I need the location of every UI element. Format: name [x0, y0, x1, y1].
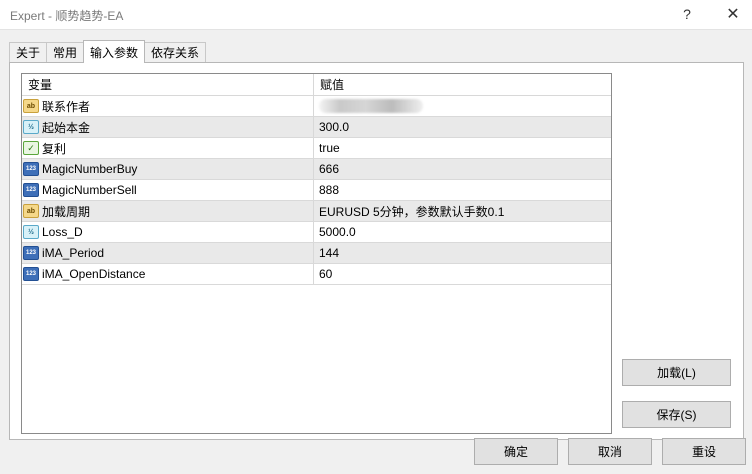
tab-about[interactable]: 关于 [9, 42, 48, 62]
int-type-icon: 123 [23, 183, 39, 197]
string-type-icon: ab [23, 204, 39, 218]
tab-common[interactable]: 常用 [46, 42, 85, 62]
table-row[interactable]: 123 MagicNumberSell 888 [22, 180, 611, 201]
load-button[interactable]: 加载(L) [622, 359, 731, 386]
tab-strip: 关于 常用 输入参数 依存关系 [9, 40, 207, 63]
bool-type-icon: ✓ [23, 141, 39, 155]
table-row[interactable]: 123 MagicNumberBuy 666 [22, 159, 611, 180]
param-value[interactable]: true [319, 141, 340, 155]
param-value[interactable]: 666 [319, 162, 339, 176]
cancel-button[interactable]: 取消 [568, 438, 652, 465]
param-name: Loss_D [42, 225, 83, 239]
parameters-grid: 变量 赋值 ab 联系作者 ½ 起始本金 300.0 ✓ 复利 true 123 Mag… [21, 73, 612, 434]
param-name: MagicNumberBuy [42, 162, 138, 176]
int-type-icon: 123 [23, 162, 39, 176]
grid-header: 变量 赋值 [22, 74, 611, 96]
close-button[interactable]: ✕ [718, 3, 748, 25]
param-name: 复利 [42, 141, 67, 156]
table-row[interactable]: 123 iMA_OpenDistance 60 [22, 264, 611, 285]
param-name: 加载周期 [42, 204, 91, 219]
param-name: 联系作者 [42, 99, 91, 114]
param-name: iMA_OpenDistance [42, 267, 146, 281]
param-value[interactable]: 5000.0 [319, 225, 356, 239]
param-name: iMA_Period [42, 246, 105, 260]
param-value[interactable]: 300.0 [319, 120, 349, 134]
param-name: MagicNumberSell [42, 183, 137, 197]
int-type-icon: 123 [23, 246, 39, 260]
ok-button[interactable]: 确定 [474, 438, 558, 465]
save-button[interactable]: 保存(S) [622, 401, 731, 428]
help-button[interactable]: ? [672, 3, 702, 25]
param-value[interactable]: 888 [319, 183, 339, 197]
table-row[interactable]: ab 加载周期 EURUSD 5分钟，参数默认手数0.1 [22, 201, 611, 222]
int-type-icon: 123 [23, 267, 39, 281]
column-header-value[interactable]: 赋值 [314, 74, 611, 95]
redacted-value [319, 99, 423, 113]
table-row[interactable]: ½ Loss_D 5000.0 [22, 222, 611, 243]
tab-panel: 变量 赋值 ab 联系作者 ½ 起始本金 300.0 ✓ 复利 true 123 Mag… [9, 62, 744, 440]
table-row[interactable]: ½ 起始本金 300.0 [22, 117, 611, 138]
double-type-icon: ½ [23, 225, 39, 239]
window-title: Expert - 顺势趋势-EA [10, 9, 124, 23]
tab-dependencies[interactable]: 依存关系 [144, 42, 207, 62]
tab-inputs[interactable]: 输入参数 [83, 40, 146, 63]
column-header-variable[interactable]: 变量 [22, 74, 314, 95]
table-row[interactable]: 123 iMA_Period 144 [22, 243, 611, 264]
title-bar: Expert - 顺势趋势-EA ? ✕ [0, 0, 752, 30]
table-row[interactable]: ✓ 复利 true [22, 138, 611, 159]
param-value[interactable]: 144 [319, 246, 339, 260]
param-value[interactable]: EURUSD 5分钟，参数默认手数0.1 [319, 203, 504, 220]
param-name: 起始本金 [42, 120, 91, 135]
double-type-icon: ½ [23, 120, 39, 134]
table-row[interactable]: ab 联系作者 [22, 96, 611, 117]
reset-button[interactable]: 重设 [662, 438, 746, 465]
param-value[interactable]: 60 [319, 267, 332, 281]
string-type-icon: ab [23, 99, 39, 113]
